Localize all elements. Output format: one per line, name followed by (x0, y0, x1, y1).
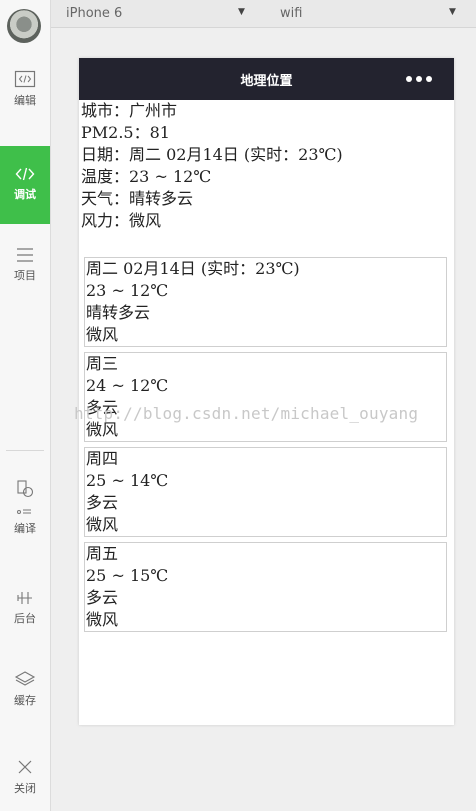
sidebar-item-edit[interactable]: 编辑 (0, 70, 50, 108)
forecast-date: 周二 02月14日 (实时：23℃) (86, 259, 300, 278)
chevron-down-icon[interactable]: ▼ (449, 7, 456, 17)
page-content: 城市：广州市 PM2.5：81 日期：周二 02月14日 (实时：23℃) 温度… (79, 100, 454, 637)
debug-icon (15, 167, 35, 181)
sidebar: 编辑 调试 项目 编译 后台 缓存 关闭 (0, 0, 51, 811)
sidebar-item-compile[interactable]: 编译 (0, 480, 50, 536)
pm25-text: PM2.5：81 (81, 123, 170, 142)
simulator-toolbar: iPhone 6 ▼ wifi ▼ (51, 0, 476, 28)
forecast-temp: 23 ~ 12℃ (86, 281, 169, 300)
layers-icon (14, 671, 36, 686)
forecast-wind: 微风 (86, 325, 119, 344)
forecast-wind: 微风 (86, 610, 119, 629)
forecast-weather: 晴转多云 (86, 303, 151, 322)
navigation-bar: 地理位置 (79, 58, 454, 100)
close-icon (18, 760, 32, 774)
forecast-temp: 24 ~ 12℃ (86, 376, 169, 395)
avatar[interactable] (7, 9, 41, 43)
network-select[interactable]: wifi (280, 6, 302, 21)
forecast-item: 周二 02月14日 (实时：23℃) 23 ~ 12℃ 晴转多云 微风 (84, 257, 447, 347)
phone-simulator: 地理位置 城市：广州市 PM2.5：81 日期：周二 02月14日 (实时：23… (79, 58, 454, 725)
forecast-weather: 多云 (86, 588, 119, 607)
forecast-date: 周五 (86, 544, 119, 563)
forecast-date: 周三 (86, 354, 119, 373)
sidebar-item-label: 关闭 (14, 782, 36, 795)
forecast-list: 周二 02月14日 (实时：23℃) 23 ~ 12℃ 晴转多云 微风 周三 2… (79, 257, 454, 632)
sidebar-item-label: 编译 (14, 522, 36, 535)
weather-text: 天气：晴转多云 (81, 189, 194, 208)
device-select[interactable]: iPhone 6 (66, 6, 122, 21)
sidebar-item-label: 调试 (14, 188, 36, 201)
sidebar-item-project[interactable]: 项目 (0, 247, 50, 283)
current-weather: 城市：广州市 PM2.5：81 日期：周二 02月14日 (实时：23℃) 温度… (79, 100, 454, 232)
forecast-item: 周四 25 ~ 14℃ 多云 微风 (84, 447, 447, 537)
sidebar-item-debug[interactable]: 调试 (0, 146, 50, 224)
watermark: http://blog.csdn.net/michael_ouyang (74, 404, 419, 423)
sidebar-item-label: 项目 (14, 269, 36, 282)
forecast-date: 周四 (86, 449, 119, 468)
background-icon (17, 592, 32, 604)
temperature-text: 温度：23 ~ 12℃ (81, 167, 212, 186)
forecast-wind: 微风 (86, 515, 119, 534)
chevron-down-icon[interactable]: ▼ (238, 7, 245, 17)
code-editor-icon (14, 70, 36, 88)
date-text: 日期：周二 02月14日 (实时：23℃) (81, 145, 343, 164)
sidebar-item-background[interactable]: 后台 (0, 590, 50, 626)
city-text: 城市：广州市 (81, 101, 178, 120)
sidebar-divider (6, 450, 44, 451)
sidebar-item-close[interactable]: 关闭 (0, 758, 50, 796)
sidebar-item-label: 缓存 (14, 694, 36, 707)
wind-text: 风力：微风 (81, 211, 162, 230)
sidebar-item-label: 后台 (14, 612, 36, 625)
sidebar-item-cache[interactable]: 缓存 (0, 670, 50, 708)
more-options-icon[interactable] (406, 76, 432, 82)
page-title: 地理位置 (240, 74, 293, 89)
forecast-item: 周三 24 ~ 12℃ 多云 微风 (84, 352, 447, 442)
forecast-weather: 多云 (86, 493, 119, 512)
forecast-item: 周五 25 ~ 15℃ 多云 微风 (84, 542, 447, 632)
menu-lines-icon (17, 248, 33, 262)
sidebar-item-label: 编辑 (14, 94, 36, 107)
forecast-temp: 25 ~ 14℃ (86, 471, 169, 490)
compile-icon (17, 480, 34, 514)
forecast-temp: 25 ~ 15℃ (86, 566, 169, 585)
